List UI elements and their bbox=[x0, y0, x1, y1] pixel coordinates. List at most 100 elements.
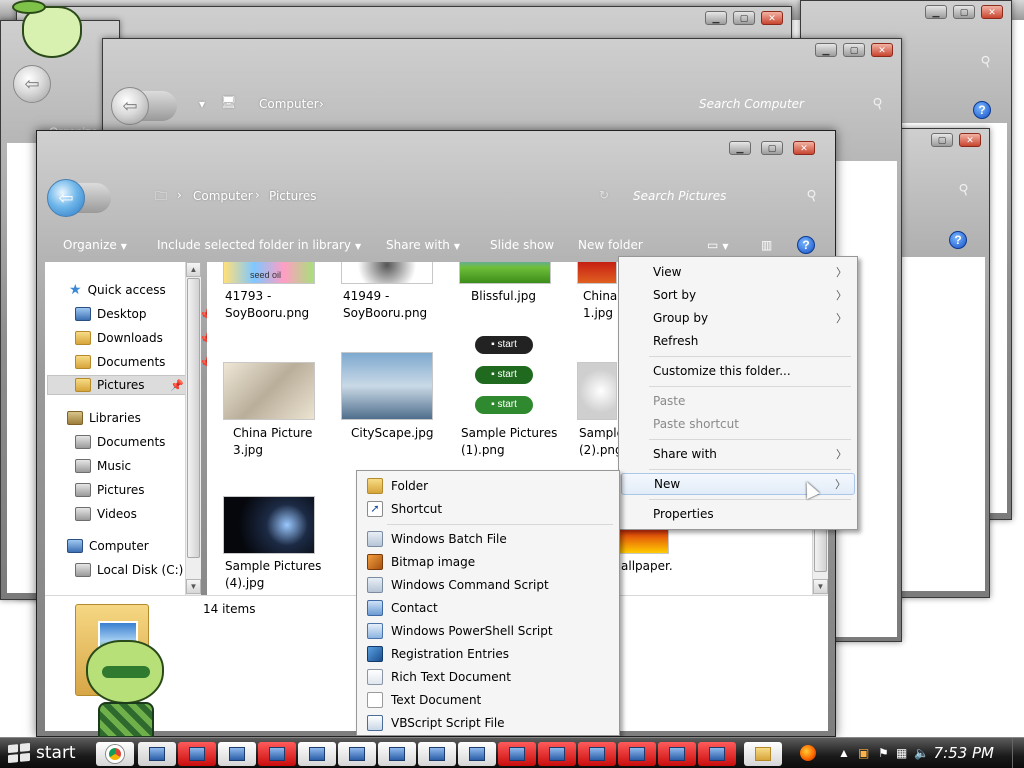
search-icon[interactable]: ⚲ bbox=[956, 180, 971, 199]
taskbar-folder-button[interactable] bbox=[744, 742, 782, 766]
taskbar-window-button[interactable] bbox=[138, 742, 176, 766]
taskbar-window-button[interactable] bbox=[218, 742, 256, 766]
menu-item-new[interactable]: New 〉 bbox=[621, 473, 855, 495]
maximize-button[interactable]: ▢ bbox=[931, 133, 953, 147]
breadcrumb-pictures[interactable]: Pictures bbox=[269, 189, 317, 203]
breadcrumb-computer[interactable]: Computer bbox=[193, 189, 253, 203]
tray-app-icon[interactable]: ▣ bbox=[858, 746, 869, 760]
menu-item-sort-by[interactable]: Sort by 〉 bbox=[621, 284, 855, 306]
firefox-icon[interactable] bbox=[800, 745, 816, 761]
search-icon[interactable]: ⚲ bbox=[804, 186, 819, 205]
menu-item-command-script[interactable]: Windows Command Script bbox=[359, 574, 617, 596]
file-thumbnail[interactable] bbox=[341, 352, 433, 420]
share-with-button[interactable]: Share with ▼ bbox=[386, 238, 460, 252]
file-thumbnail[interactable] bbox=[341, 262, 433, 284]
start-button[interactable]: start bbox=[4, 741, 84, 765]
file-thumbnail[interactable] bbox=[577, 362, 617, 420]
close-button[interactable]: ✕ bbox=[761, 11, 783, 25]
menu-item-paste-shortcut[interactable]: Paste shortcut bbox=[621, 413, 855, 435]
file-thumbnail[interactable] bbox=[577, 262, 617, 284]
show-desktop-button[interactable] bbox=[1012, 738, 1024, 768]
organize-button[interactable]: Organize ▼ bbox=[63, 238, 127, 252]
search-pictures-input[interactable]: Search Pictures bbox=[633, 189, 726, 203]
file-item[interactable]: Blissful.jpg bbox=[471, 288, 581, 305]
menu-item-group-by[interactable]: Group by 〉 bbox=[621, 307, 855, 329]
menu-item-powershell[interactable]: Windows PowerShell Script bbox=[359, 620, 617, 642]
file-item[interactable]: 41949 - SoyBooru.png bbox=[343, 288, 443, 322]
menu-item-rich-text[interactable]: Rich Text Document bbox=[359, 666, 617, 688]
close-button[interactable]: ✕ bbox=[793, 141, 815, 155]
file-item[interactable]: CityScape.jpg bbox=[351, 425, 461, 442]
nav-scrollbar[interactable]: ▲ ▼ bbox=[185, 262, 201, 595]
breadcrumb-separator-icon[interactable]: › bbox=[177, 188, 182, 202]
search-icon[interactable]: ⚲ bbox=[870, 94, 885, 113]
file-item[interactable]: Sample (2).png bbox=[579, 425, 624, 459]
taskbar-window-button[interactable] bbox=[658, 742, 696, 766]
background-window-right-lower[interactable]: ▢ ✕ ⚲ ? bbox=[888, 128, 990, 598]
volume-icon[interactable]: 🔈 bbox=[914, 746, 929, 760]
file-thumbnail[interactable] bbox=[459, 262, 551, 284]
nav-pictures[interactable]: Pictures 📌 bbox=[47, 375, 187, 395]
minimize-button[interactable]: ▁ bbox=[705, 11, 727, 25]
pin-icon[interactable]: 📌 bbox=[170, 379, 184, 392]
menu-item-text-document[interactable]: Text Document bbox=[359, 689, 617, 711]
view-options-icon[interactable]: ▭ ▼ bbox=[707, 238, 729, 252]
file-item[interactable]: China 1.jpg bbox=[583, 288, 623, 322]
back-arrow-icon[interactable]: ⇦ bbox=[47, 179, 85, 217]
menu-item-share-with[interactable]: Share with 〉 bbox=[621, 443, 855, 465]
close-button[interactable]: ✕ bbox=[981, 5, 1003, 19]
menu-item-properties[interactable]: Properties bbox=[621, 503, 855, 525]
back-arrow-icon[interactable]: ⇦ bbox=[13, 65, 51, 103]
menu-item-batch-file[interactable]: Windows Batch File bbox=[359, 528, 617, 550]
maximize-button[interactable]: ▢ bbox=[953, 5, 975, 19]
taskbar-window-button[interactable] bbox=[538, 742, 576, 766]
menu-item-bitmap[interactable]: Bitmap image bbox=[359, 551, 617, 573]
breadcrumb-computer[interactable]: Computer bbox=[259, 97, 319, 111]
tray-flag-icon[interactable]: ⚑ bbox=[878, 746, 889, 760]
search-icon[interactable]: ⚲ bbox=[978, 52, 993, 71]
taskbar-window-button[interactable] bbox=[578, 742, 616, 766]
taskbar-chrome-button[interactable] bbox=[96, 742, 134, 766]
file-item[interactable]: Sample Pictures (1).png bbox=[461, 425, 561, 459]
menu-item-paste[interactable]: Paste bbox=[621, 390, 855, 412]
scroll-up-icon[interactable]: ▲ bbox=[186, 262, 201, 277]
back-arrow-icon[interactable]: ⇦ bbox=[111, 87, 149, 125]
taskbar-window-button[interactable] bbox=[178, 742, 216, 766]
tray-expand-icon[interactable]: ▲ bbox=[838, 746, 850, 760]
slide-show-button[interactable]: Slide show bbox=[490, 238, 554, 252]
menu-item-customize-folder[interactable]: Customize this folder... bbox=[621, 360, 855, 382]
close-button[interactable]: ✕ bbox=[871, 43, 893, 57]
help-icon[interactable]: ? bbox=[973, 101, 991, 119]
menu-item-contact[interactable]: Contact bbox=[359, 597, 617, 619]
menu-item-view[interactable]: View 〉 bbox=[621, 261, 855, 283]
file-item[interactable]: allpaper. bbox=[621, 558, 691, 575]
file-thumbnail[interactable]: seed oil bbox=[223, 262, 315, 284]
file-thumbnail[interactable]: ▪ start ▪ start ▪ start bbox=[473, 332, 535, 422]
taskbar-window-button[interactable] bbox=[338, 742, 376, 766]
file-item[interactable]: Sample Pictures (4).jpg bbox=[225, 558, 325, 592]
menu-item-registration[interactable]: Registration Entries bbox=[359, 643, 617, 665]
clock[interactable]: 7:53 PM bbox=[934, 744, 994, 762]
network-icon[interactable]: ▦ bbox=[896, 746, 907, 760]
scroll-down-icon[interactable]: ▼ bbox=[186, 579, 201, 594]
help-icon[interactable]: ? bbox=[949, 231, 967, 249]
menu-item-refresh[interactable]: Refresh bbox=[621, 330, 855, 352]
new-folder-button[interactable]: New folder bbox=[578, 238, 643, 252]
minimize-button[interactable]: ▁ bbox=[729, 141, 751, 155]
minimize-button[interactable]: ▁ bbox=[925, 5, 947, 19]
file-thumbnail[interactable] bbox=[223, 362, 315, 420]
taskbar-window-button[interactable] bbox=[258, 742, 296, 766]
menu-item-folder[interactable]: Folder bbox=[359, 475, 617, 497]
menu-item-vbscript[interactable]: VBScript Script File bbox=[359, 712, 617, 734]
minimize-button[interactable]: ▁ bbox=[815, 43, 837, 57]
taskbar-window-button[interactable] bbox=[378, 742, 416, 766]
taskbar-window-button[interactable] bbox=[698, 742, 736, 766]
breadcrumb-separator-icon[interactable]: › bbox=[255, 188, 260, 202]
search-computer-input[interactable]: Search Computer bbox=[699, 97, 804, 111]
preview-pane-icon[interactable]: ▥ bbox=[761, 238, 772, 252]
file-item[interactable]: China Picture 3.jpg bbox=[233, 425, 323, 459]
refresh-icon[interactable]: ↻ bbox=[599, 188, 609, 202]
file-item[interactable]: 41793 - SoyBooru.png bbox=[225, 288, 325, 322]
taskbar-window-button[interactable] bbox=[298, 742, 336, 766]
breadcrumb-separator-icon[interactable]: › bbox=[319, 97, 324, 111]
